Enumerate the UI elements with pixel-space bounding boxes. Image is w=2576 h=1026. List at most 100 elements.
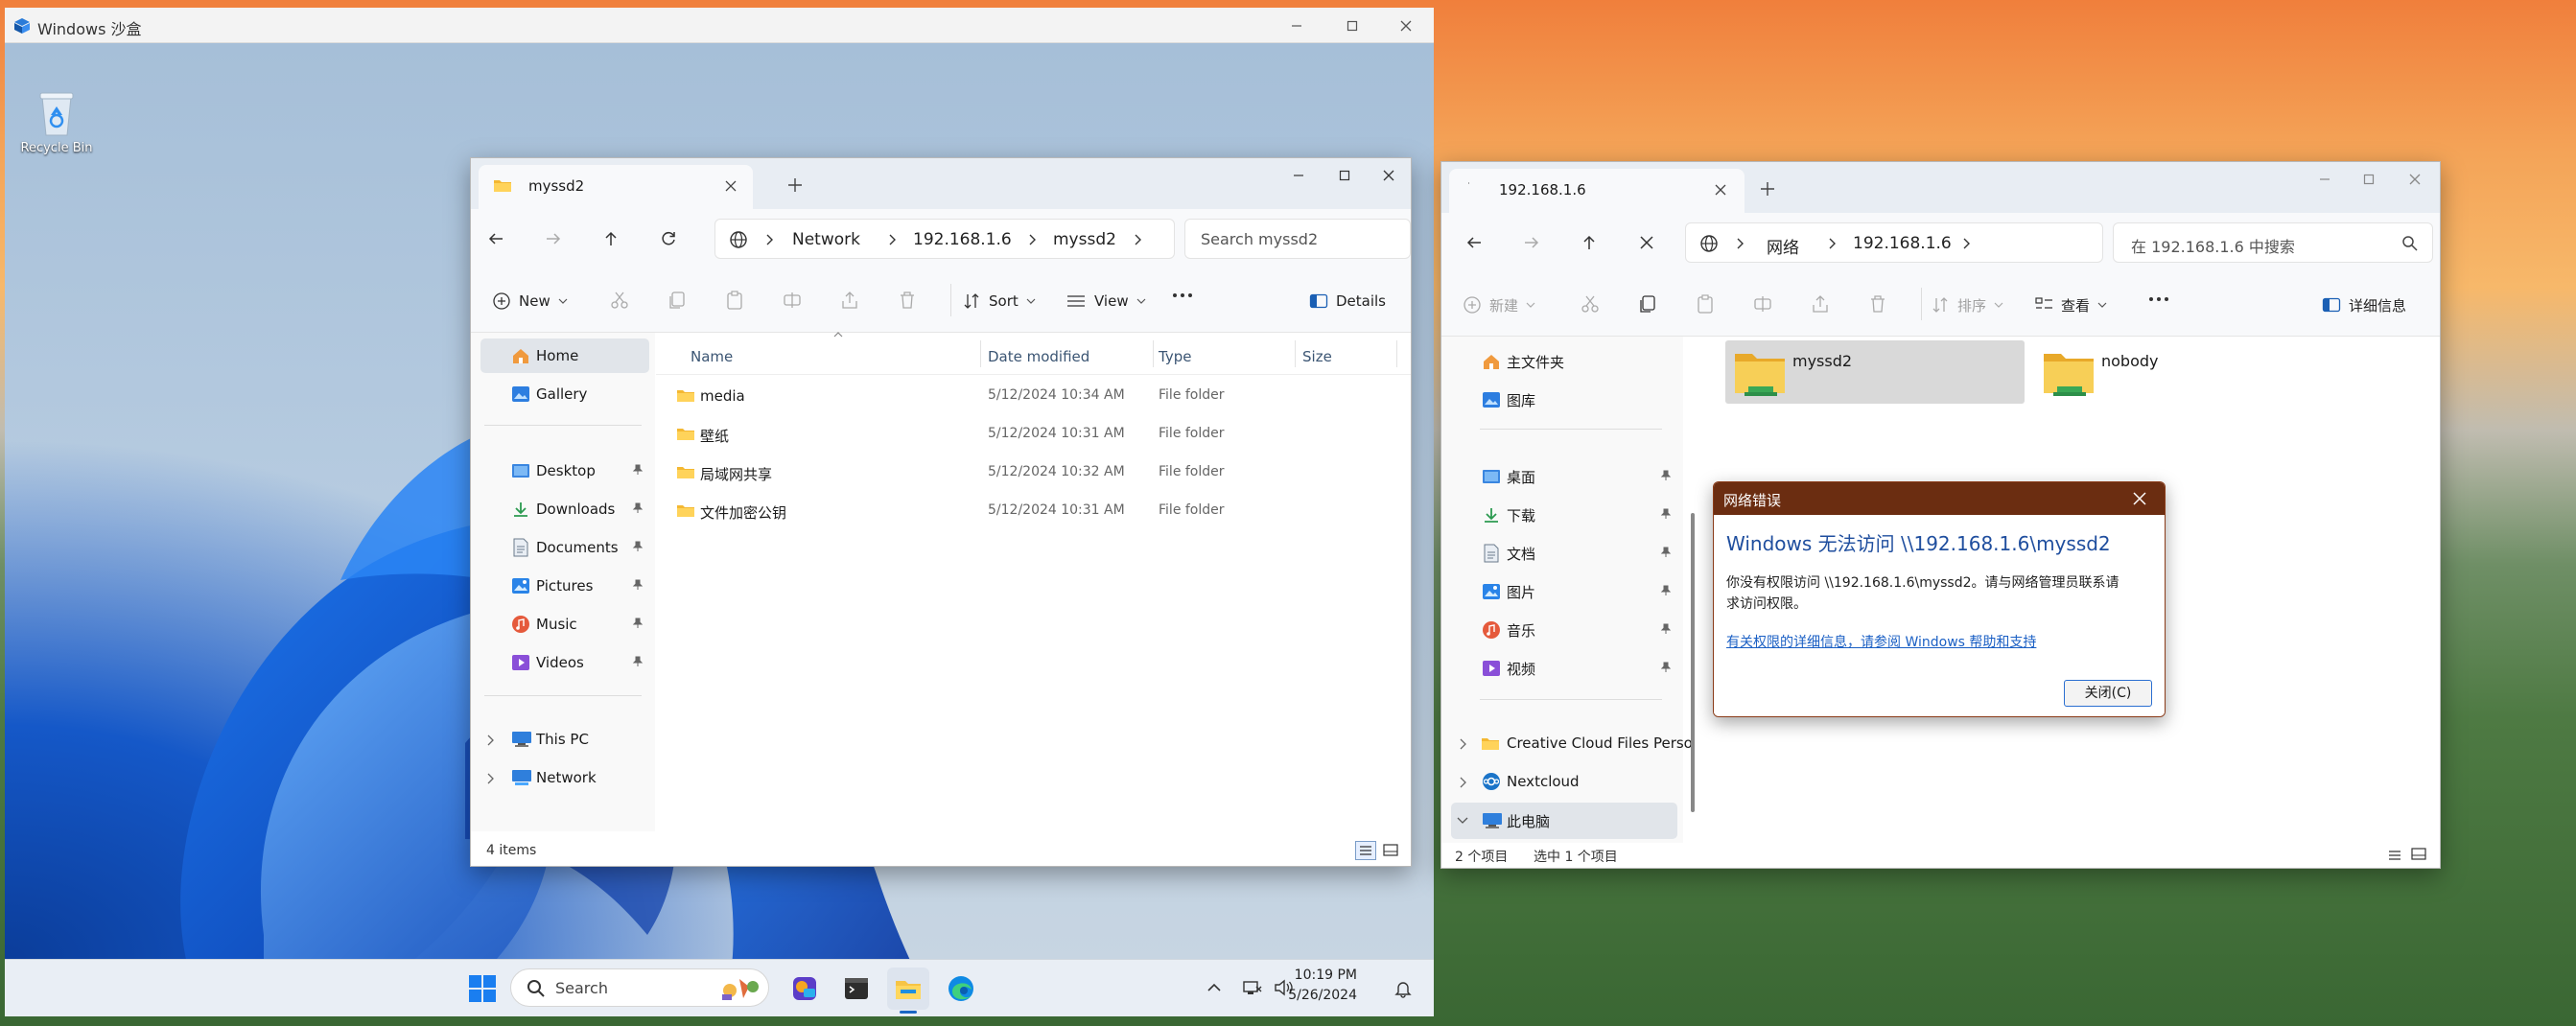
help-link[interactable]: 有关权限的详细信息，请参阅 Windows 帮助和支持	[1726, 632, 2036, 651]
chevron-right-icon[interactable]	[1828, 238, 1838, 249]
close-window-button[interactable]	[2393, 162, 2437, 197]
minimize-button[interactable]	[1276, 158, 1321, 193]
address-bar[interactable]: Network 192.168.1.6 myssd2	[714, 219, 1175, 259]
start-button[interactable]	[461, 968, 503, 1010]
back-arrow-icon[interactable]	[1457, 225, 1491, 260]
taskbar-clock[interactable]: 10:19 PM 5/26/2024	[1288, 966, 1357, 1006]
paste-icon[interactable]	[724, 290, 745, 311]
cut-icon[interactable]	[1580, 293, 1601, 315]
breadcrumb-ip[interactable]: 192.168.1.6	[1853, 234, 1952, 253]
sandbox-close-button[interactable]	[1378, 8, 1434, 43]
tab-myssd2[interactable]: myssd2	[479, 165, 753, 209]
breadcrumb-myssd2[interactable]: myssd2	[1053, 230, 1116, 249]
dialog-close-icon[interactable]	[2132, 491, 2147, 506]
nav-item-gallery[interactable]: Gallery	[480, 377, 649, 411]
new-tab-icon[interactable]	[787, 177, 803, 193]
search-field[interactable]: 在 192.168.1.6 中搜索	[2113, 222, 2433, 263]
nav-item-music[interactable]: Music	[480, 607, 649, 641]
dialog-close-button[interactable]: 关闭(C)	[2064, 680, 2152, 707]
nav-item-music[interactable]: 音乐	[1451, 613, 1677, 647]
tab-192-168-1-6[interactable]: ˙ 192.168.1.6	[1449, 169, 1745, 213]
view-button[interactable]: View	[1066, 286, 1146, 316]
chevron-right-icon[interactable]	[1736, 238, 1745, 249]
nav-item-documents[interactable]: Documents	[480, 530, 649, 565]
nav-item-desktop[interactable]: 桌面	[1451, 459, 1677, 494]
terminal-app-icon[interactable]	[835, 968, 878, 1010]
list-view-toggle[interactable]	[2385, 847, 2404, 864]
sort-button[interactable]: Sort	[962, 286, 1036, 316]
nav-item-this-pc[interactable]: This PC	[480, 722, 649, 757]
up-arrow-icon[interactable]	[1572, 225, 1606, 260]
share-icon[interactable]	[839, 290, 860, 311]
sandbox-maximize-button[interactable]	[1324, 8, 1380, 43]
nav-item-pictures[interactable]: Pictures	[480, 569, 649, 603]
breadcrumb-ip[interactable]: 192.168.1.6	[913, 230, 1012, 249]
nav-item-gallery[interactable]: 图库	[1451, 383, 1677, 417]
up-arrow-icon[interactable]	[594, 222, 628, 256]
back-arrow-icon[interactable]	[479, 222, 513, 256]
more-options-icon[interactable]	[2147, 295, 2170, 303]
sandbox-title-bar[interactable]: Windows 沙盒	[5, 8, 1434, 43]
file-explorer-app-icon[interactable]	[887, 968, 929, 1010]
notification-bell-icon[interactable]	[1393, 979, 1413, 998]
delete-icon[interactable]	[897, 290, 918, 311]
nav-item-home[interactable]: 主文件夹	[1451, 344, 1677, 379]
maximize-button[interactable]	[2347, 162, 2391, 197]
address-bar[interactable]: 网络 192.168.1.6	[1685, 222, 2103, 263]
nav-item-network[interactable]: Network	[480, 760, 649, 795]
rename-icon[interactable]	[1752, 293, 1773, 315]
edge-app-icon[interactable]	[940, 968, 982, 1010]
chevron-right-icon[interactable]	[888, 234, 898, 245]
network-status-icon[interactable]	[1242, 977, 1263, 998]
sandbox-minimize-button[interactable]	[1269, 8, 1324, 43]
column-size[interactable]: Size	[1302, 348, 1332, 365]
chevron-right-icon[interactable]	[1028, 234, 1038, 245]
details-button[interactable]: 详细信息	[2322, 290, 2406, 320]
new-button[interactable]: New	[492, 286, 568, 316]
stop-loading-icon[interactable]	[1629, 225, 1664, 260]
column-date-modified[interactable]: Date modified	[988, 348, 1089, 365]
paste-icon[interactable]	[1695, 293, 1716, 315]
nav-item-videos[interactable]: Videos	[480, 645, 649, 680]
close-tab-icon[interactable]	[724, 179, 738, 193]
search-field[interactable]: Search myssd2	[1184, 219, 1411, 259]
nav-item-pictures[interactable]: 图片	[1451, 574, 1677, 609]
close-window-button[interactable]	[1367, 158, 1411, 193]
nav-item-downloads[interactable]: 下载	[1451, 498, 1677, 532]
table-row[interactable]: 文件加密公钥 5/12/2024 10:31 AM File folder	[656, 492, 1411, 530]
nav-item-nextcloud[interactable]: Nextcloud	[1451, 764, 1677, 799]
minimize-button[interactable]	[2303, 162, 2347, 197]
refresh-icon[interactable]	[651, 222, 686, 256]
nav-item-documents[interactable]: 文档	[1451, 536, 1677, 571]
forward-arrow-icon[interactable]	[536, 222, 571, 256]
tiles-view-toggle[interactable]	[2410, 847, 2427, 862]
rename-icon[interactable]	[782, 290, 803, 311]
nav-item-creative-cloud[interactable]: Creative Cloud Files Personal	[1451, 726, 1693, 760]
nav-item-desktop[interactable]: Desktop	[480, 454, 649, 488]
breadcrumb-network[interactable]: 网络	[1767, 234, 1799, 258]
column-name[interactable]: Name	[691, 348, 733, 365]
maximize-button[interactable]	[1323, 158, 1367, 193]
column-type[interactable]: Type	[1159, 348, 1191, 365]
forward-arrow-icon[interactable]	[1514, 225, 1549, 260]
taskbar-search[interactable]: Search	[510, 968, 769, 1007]
nav-item-videos[interactable]: 视频	[1451, 651, 1677, 686]
list-view-toggle[interactable]	[1355, 841, 1376, 860]
grid-item-nobody[interactable]: nobody	[2034, 340, 2333, 404]
chevron-right-icon[interactable]	[1962, 238, 1972, 249]
breadcrumb-network[interactable]: Network	[792, 230, 860, 249]
table-row[interactable]: media 5/12/2024 10:34 AM File folder	[656, 377, 1411, 415]
copilot-app-icon[interactable]	[784, 968, 826, 1010]
chevron-right-icon[interactable]	[765, 234, 775, 245]
table-row[interactable]: 局域网共享 5/12/2024 10:32 AM File folder	[656, 454, 1411, 492]
nav-pane-scrollbar[interactable]	[1691, 513, 1695, 812]
recycle-bin-shortcut[interactable]: Recycle Bin	[16, 89, 97, 175]
table-row[interactable]: 壁纸 5/12/2024 10:31 AM File folder	[656, 415, 1411, 454]
grid-item-myssd2[interactable]: myssd2	[1725, 340, 2025, 404]
nav-item-this-pc[interactable]: 此电脑	[1451, 803, 1677, 839]
new-tab-icon[interactable]	[1760, 181, 1775, 197]
copy-icon[interactable]	[667, 290, 688, 311]
nav-item-home[interactable]: Home	[480, 338, 649, 373]
details-button[interactable]: Details	[1309, 286, 1386, 316]
tray-overflow-icon[interactable]	[1206, 979, 1223, 996]
